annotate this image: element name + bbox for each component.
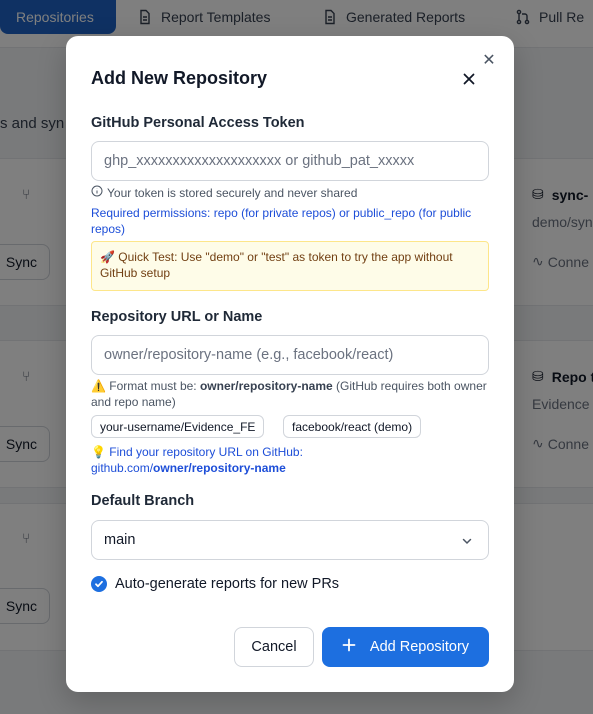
auto-generate-checkbox[interactable] (91, 576, 107, 592)
close-icon[interactable]: ✕ (480, 52, 498, 70)
repository-input[interactable] (91, 335, 489, 375)
find-url-example: github.com/owner/repository-name (91, 460, 489, 476)
plus-icon (342, 638, 356, 656)
token-input[interactable] (91, 141, 489, 181)
token-hint: Your token is stored securely and never … (91, 185, 357, 200)
token-hint-text: Your token is stored securely and never … (107, 185, 358, 200)
quick-test-note: 🚀 Quick Test: Use "demo" or "test" as to… (91, 241, 489, 291)
find-url-prefix: github.com/ (91, 461, 154, 475)
auto-generate-label: Auto-generate reports for new PRs (115, 576, 340, 592)
find-url-text: 💡 Find your repository URL on GitHub: (91, 445, 303, 459)
branch-label: Default Branch (91, 493, 195, 509)
find-url-hint: 💡 Find your repository URL on GitHub: gi… (91, 444, 489, 476)
add-repository-label: Add Repository (369, 639, 470, 655)
repository-suggestion-chip[interactable]: facebook/react (demo) (283, 415, 422, 438)
close-icon[interactable] (460, 70, 478, 88)
find-url-bold: owner/repository-name (153, 461, 286, 475)
repository-suggestion-chip[interactable]: your-username/Evidence_FE (91, 415, 265, 438)
auto-generate-row: Auto-generate reports for new PRs (91, 576, 339, 592)
branch-select[interactable]: main (91, 520, 489, 560)
info-icon (91, 185, 103, 200)
format-warning: ⚠️ Format must be: owner/repository-name… (91, 378, 489, 410)
modal-title: Add New Repository (91, 68, 268, 88)
add-repository-modal: ✕ Add New Repository GitHub Personal Acc… (66, 36, 514, 692)
token-label: GitHub Personal Access Token (91, 115, 305, 131)
chevron-down-icon (460, 534, 474, 548)
add-repository-button[interactable]: Add Repository (322, 627, 489, 667)
permissions-note: Required permissions: repo (for private … (91, 206, 472, 236)
branch-value: main (104, 532, 136, 548)
cancel-button[interactable]: Cancel (234, 627, 314, 667)
warning-format: owner/repository-name (199, 379, 333, 393)
warning-prefix: ⚠️ Format must be: (91, 379, 200, 393)
repository-label: Repository URL or Name (91, 309, 263, 325)
